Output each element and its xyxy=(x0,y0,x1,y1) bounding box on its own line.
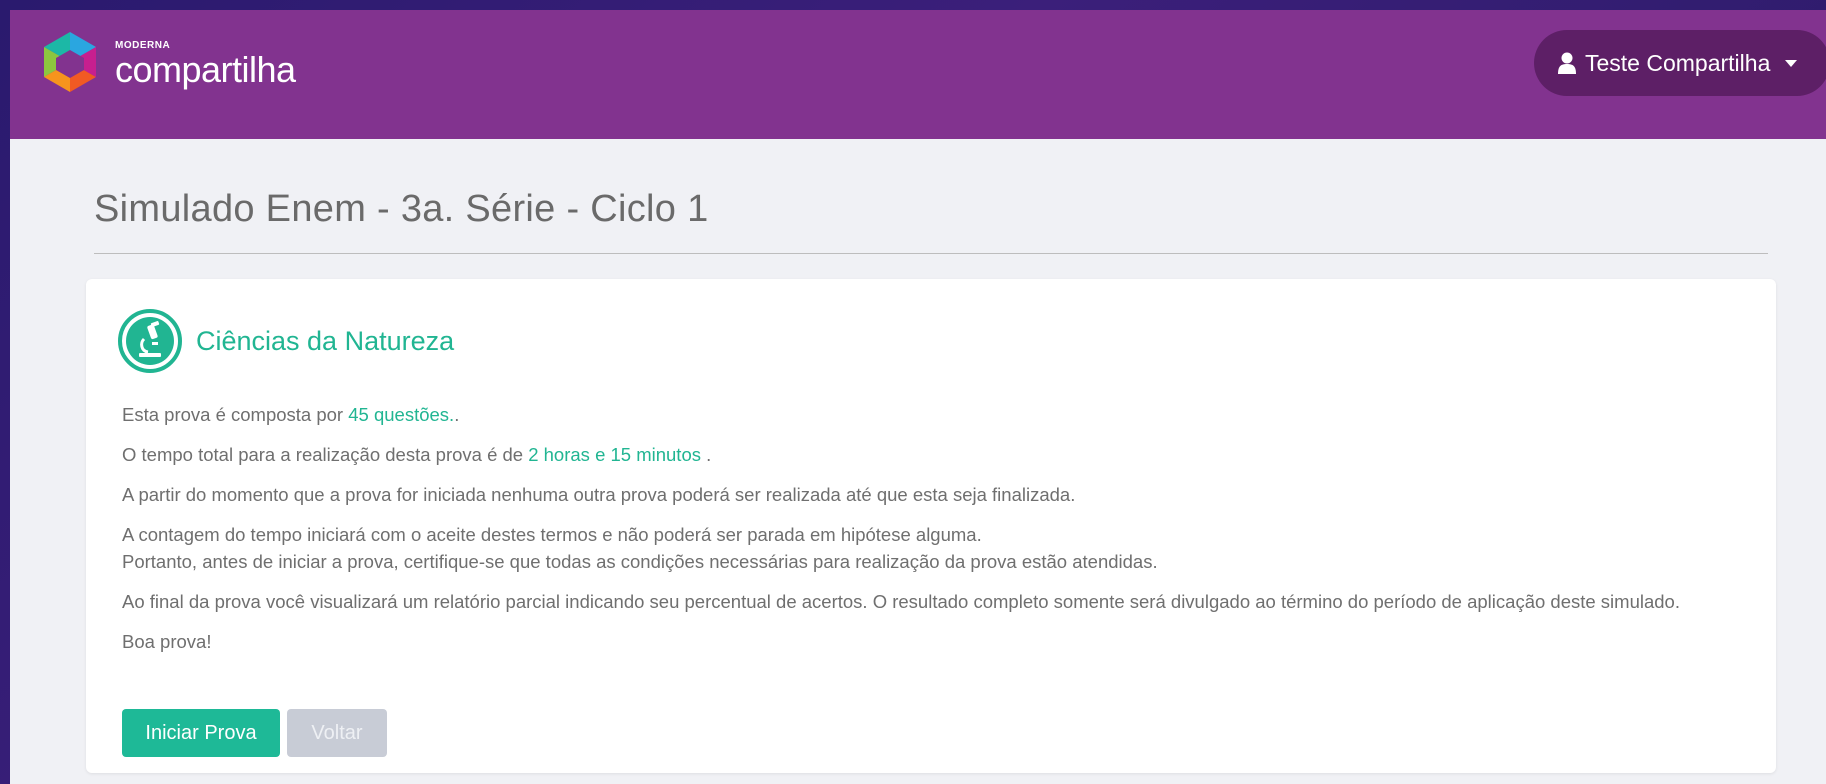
question-count-suffix: . xyxy=(454,404,460,425)
timer-notice: A contagem do tempo iniciará com o aceit… xyxy=(122,521,1736,575)
microscope-icon xyxy=(118,309,182,373)
subject-header: Ciências da Natureza xyxy=(118,309,454,373)
back-button[interactable]: Voltar xyxy=(287,709,387,757)
exam-card: Ciências da Natureza Esta prova é compos… xyxy=(86,279,1776,773)
timer-notice-line1: A contagem do tempo iniciará com o aceit… xyxy=(122,524,982,545)
page-title: Simulado Enem - 3a. Série - Ciclo 1 xyxy=(94,188,709,230)
good-luck-text: Boa prova! xyxy=(122,631,212,652)
title-divider xyxy=(94,253,1768,254)
subject-name: Ciências da Natureza xyxy=(196,325,455,356)
brand-logo[interactable]: MODERNA compartilha xyxy=(40,30,296,98)
user-menu-button[interactable]: Teste Compartilha xyxy=(1534,30,1826,96)
total-time-prefix: O tempo total para a realização desta pr… xyxy=(122,444,529,465)
moderna-logo-icon xyxy=(44,32,96,92)
action-buttons: Iniciar Prova Voltar xyxy=(122,709,387,757)
user-icon xyxy=(1558,52,1576,74)
result-notice: Ao final da prova você visualizará um re… xyxy=(122,591,1680,612)
total-time-suffix: . xyxy=(701,444,712,465)
brand-name: compartilha xyxy=(115,49,296,90)
total-time-value: 2 horas e 15 minutos xyxy=(528,444,701,465)
app-window: MODERNA compartilha Teste Compartilha Si… xyxy=(10,10,1826,784)
exclusivity-notice: A partir do momento que a prova for inic… xyxy=(122,484,1076,505)
timer-notice-line2: Portanto, antes de iniciar a prova, cert… xyxy=(122,551,1158,572)
total-time-text: O tempo total para a realização desta pr… xyxy=(122,441,1736,468)
question-count-value: 45 questões. xyxy=(348,404,455,425)
question-count-prefix: Esta prova é composta por xyxy=(122,404,349,425)
caret-down-icon xyxy=(1785,59,1798,67)
instructions: Esta prova é composta por 45 questões.. … xyxy=(122,401,1736,668)
top-bar: MODERNA compartilha Teste Compartilha xyxy=(10,10,1826,139)
start-exam-button[interactable]: Iniciar Prova xyxy=(122,709,280,757)
question-count-text: Esta prova é composta por 45 questões.. xyxy=(122,401,1736,428)
user-name: Teste Compartilha xyxy=(1585,49,1771,76)
